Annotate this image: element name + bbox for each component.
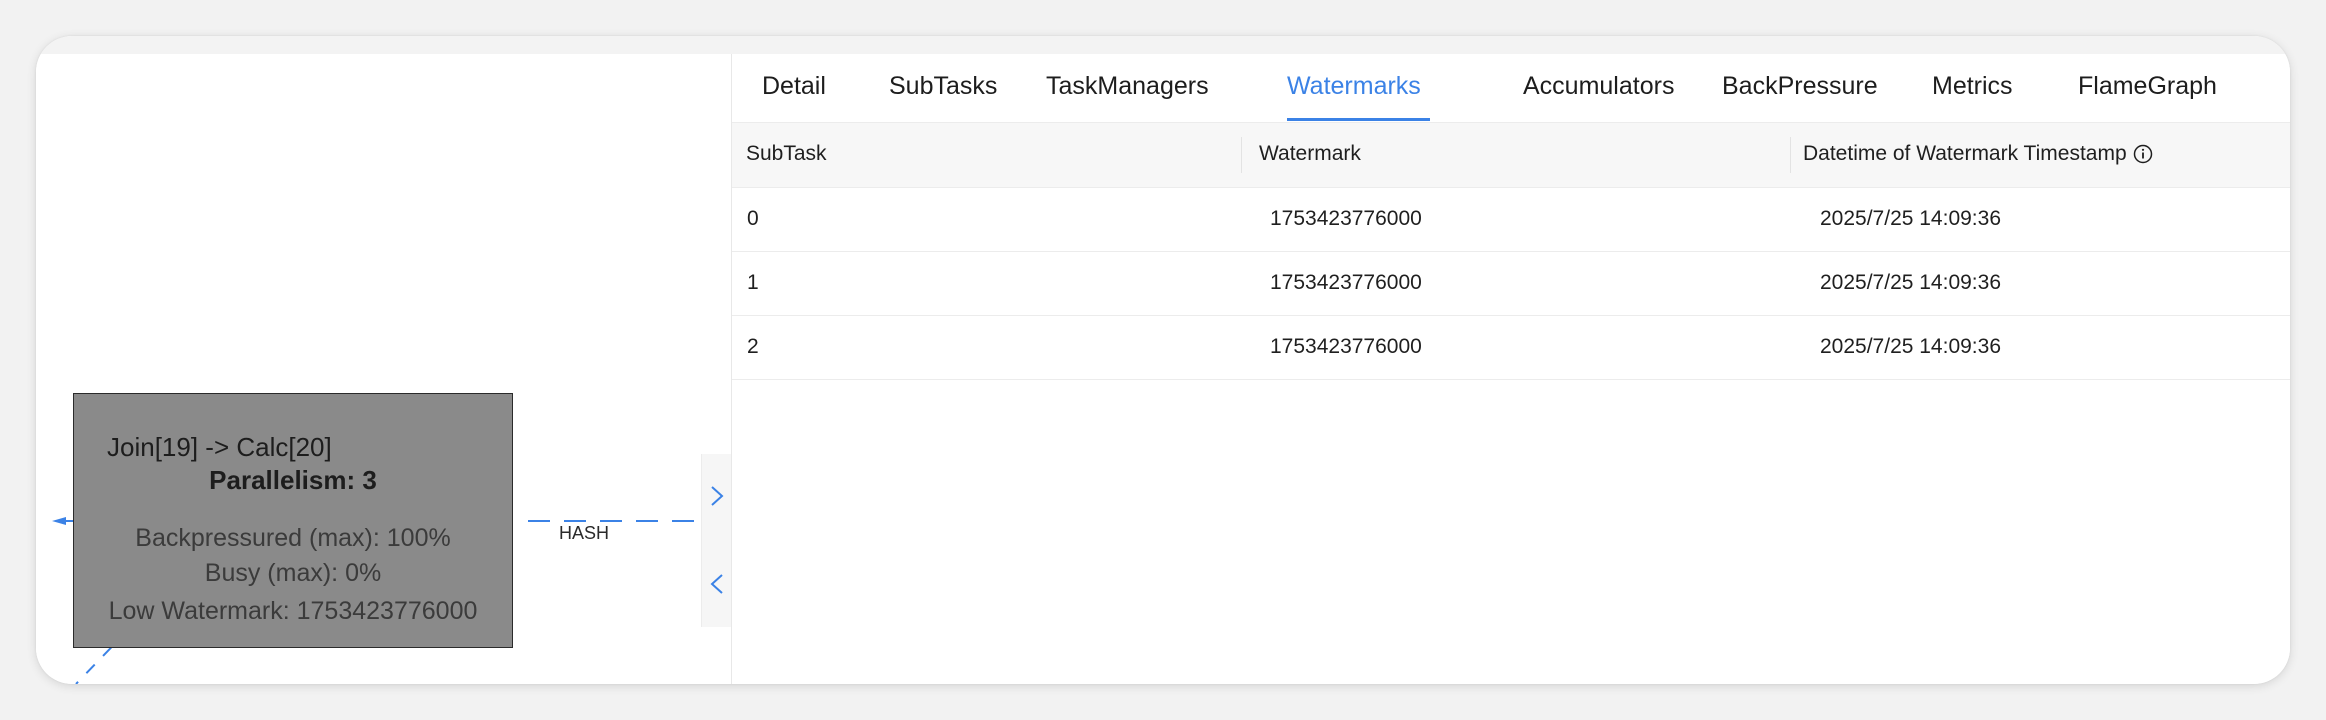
tab-flamegraph[interactable]: FlameGraph bbox=[2078, 72, 2217, 101]
tab-subtasks[interactable]: SubTasks bbox=[889, 72, 997, 101]
tab-watermarks[interactable]: Watermarks bbox=[1287, 72, 1421, 101]
collapse-panel-button[interactable] bbox=[702, 564, 732, 604]
vertex-detail-panel: Detail SubTasks TaskManagers Watermarks … bbox=[731, 54, 2290, 684]
node-busy: Busy (max): 0% bbox=[204, 559, 382, 587]
tab-taskmanagers[interactable]: TaskManagers bbox=[1046, 72, 1209, 101]
chevron-left-icon bbox=[710, 574, 723, 594]
job-graph[interactable]: Join[19] -> Calc[20] Parallelism: 3 Back… bbox=[36, 54, 732, 684]
table-row: 1 1753423776000 2025/7/25 14:09:36 bbox=[732, 252, 2290, 316]
watermarks-table: SubTask Watermark Datetime of Watermark … bbox=[732, 123, 2290, 380]
cell-watermark: 1753423776000 bbox=[1270, 207, 1422, 230]
edge-label-hash: HASH bbox=[559, 523, 610, 543]
panel-toggle-bar bbox=[701, 454, 732, 627]
active-tab-indicator bbox=[1287, 118, 1430, 121]
cell-subtask: 2 bbox=[747, 335, 759, 358]
app-window: Join[19] -> Calc[20] Parallelism: 3 Back… bbox=[36, 36, 2290, 684]
table-row: 2 1753423776000 2025/7/25 14:09:36 bbox=[732, 316, 2290, 380]
column-header-datetime[interactable]: Datetime of Watermark Timestamp bbox=[1803, 142, 2153, 166]
column-header-subtask[interactable]: SubTask bbox=[746, 142, 827, 166]
table-header: SubTask Watermark Datetime of Watermark … bbox=[732, 123, 2290, 188]
info-circle-icon[interactable] bbox=[2133, 144, 2153, 164]
tab-backpressure[interactable]: BackPressure bbox=[1722, 72, 1878, 101]
cell-subtask: 0 bbox=[747, 207, 759, 230]
cell-datetime: 2025/7/25 14:09:36 bbox=[1820, 207, 2002, 230]
cell-subtask: 1 bbox=[747, 271, 759, 294]
node-low-watermark: Low Watermark: 1753423776000 bbox=[108, 597, 478, 625]
column-divider bbox=[1790, 137, 1791, 173]
column-header-label: Watermark bbox=[1259, 142, 1361, 165]
column-divider bbox=[1241, 137, 1242, 173]
tab-detail[interactable]: Detail bbox=[762, 72, 826, 101]
table-row: 0 1753423776000 2025/7/25 14:09:36 bbox=[732, 188, 2290, 252]
node-backpressured: Backpressured (max): 100% bbox=[135, 524, 451, 552]
graph-node-join-calc[interactable]: Join[19] -> Calc[20] Parallelism: 3 Back… bbox=[73, 393, 513, 648]
tab-metrics[interactable]: Metrics bbox=[1932, 72, 2013, 101]
column-header-label: Datetime of Watermark Timestamp bbox=[1803, 142, 2127, 165]
node-name: Join[19] -> Calc[20] bbox=[107, 432, 332, 462]
cell-datetime: 2025/7/25 14:09:36 bbox=[1820, 271, 2002, 294]
top-strip bbox=[36, 36, 2290, 54]
tab-accumulators[interactable]: Accumulators bbox=[1523, 72, 1674, 101]
chevron-right-icon bbox=[711, 486, 724, 506]
detail-tabs: Detail SubTasks TaskManagers Watermarks … bbox=[732, 54, 2290, 123]
cell-watermark: 1753423776000 bbox=[1270, 335, 1422, 358]
expand-panel-button[interactable] bbox=[702, 476, 732, 516]
cell-datetime: 2025/7/25 14:09:36 bbox=[1820, 335, 2002, 358]
cell-watermark: 1753423776000 bbox=[1270, 271, 1422, 294]
edge-arrow-in-left bbox=[52, 517, 66, 525]
column-header-label: SubTask bbox=[746, 142, 827, 165]
node-parallelism: Parallelism: 3 bbox=[209, 465, 377, 495]
column-header-watermark[interactable]: Watermark bbox=[1259, 142, 1361, 166]
